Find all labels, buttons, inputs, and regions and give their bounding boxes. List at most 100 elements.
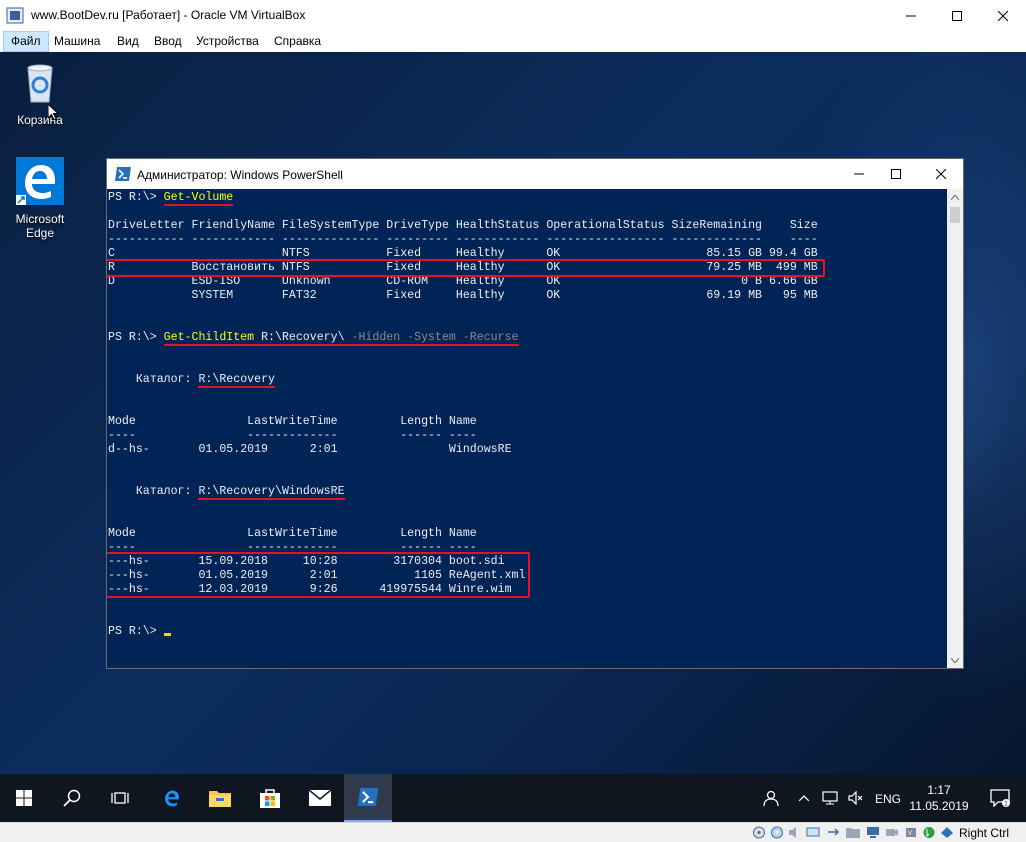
taskbar-store-button[interactable] [246,774,294,822]
scroll-thumb[interactable] [950,207,960,223]
start-button[interactable] [0,774,48,822]
maximize-button[interactable] [934,0,980,31]
optical-drive-icon[interactable] [770,826,784,839]
taskbar-powershell-button[interactable] [344,774,392,822]
command-parameters: -Hidden -System -Recurse [351,331,519,344]
directory-label: Каталог: [108,373,199,386]
task-view-icon [111,792,129,804]
file-explorer-icon [209,791,231,807]
display-icon[interactable] [866,826,880,839]
start-icon [16,790,32,806]
volume-table-separator: ----------- ------------ -------------- … [108,233,818,246]
directory-heading: Каталог: R:\Recovery [108,373,275,388]
vbox-menubar: Файл Машина Вид Ввод Устройства Справка [0,31,1026,52]
close-button[interactable] [980,0,1026,31]
keyboard-capture-icon[interactable] [940,826,954,839]
vbox-titlebar: www.BootDev.ru [Работает] - Oracle VM Vi… [0,0,1026,31]
scroll-up-button[interactable] [947,189,963,205]
recycle-bin-icon [27,64,53,103]
prompt: PS R:\> [108,191,164,204]
taskbar-mail-button[interactable] [296,774,344,822]
notifications-icon: 2 [990,789,1010,807]
action-center-button[interactable]: 2 [978,774,1022,822]
command-get-volume: Get-Volume [163,191,234,206]
people-icon [763,790,779,807]
powershell-titlebar: Администратор: Windows PowerShell [107,159,963,189]
language-indicator[interactable]: ENG [875,792,901,806]
network-adapter-icon[interactable] [806,826,820,839]
virtualization-icon[interactable]: V [904,826,918,839]
prompt: PS R:\> [108,331,164,344]
powershell-window: Администратор: Windows PowerShell PS R:\… [106,158,964,669]
ps-maximize-button[interactable] [873,159,918,189]
mouse-cursor-icon [48,104,60,121]
clock-date: 11.05.2019 [909,799,969,813]
video-capture-icon[interactable] [885,826,899,839]
recycle-bin-label: Корзина [17,113,63,127]
mouse-integration-icon[interactable] [922,826,936,839]
show-hidden-icons-button[interactable] [792,774,816,822]
mail-icon [309,790,331,806]
network-button[interactable] [818,774,842,822]
minimize-icon [906,15,916,16]
chevron-down-icon [951,657,959,663]
people-button[interactable] [752,774,792,822]
close-icon [998,10,1008,21]
dir-table-header: Mode LastWriteTime Length Name [108,415,477,428]
audio-icon[interactable] [788,826,802,839]
prompt-line[interactable]: PS R:\> [108,625,171,639]
search-button[interactable] [48,774,96,822]
clock-time: 1:17 [927,783,951,797]
minimize-icon [853,173,864,175]
taskbar: ENG 1:17 11.05.2019 2 [0,774,1026,822]
command-get-childitem-group: Get-ChildItem R:\Recovery\ -Hidden -Syst… [163,331,519,346]
host-key-label: Right Ctrl [959,826,1010,840]
powershell-title: Администратор: Windows PowerShell [137,168,343,182]
svg-text:V: V [908,831,912,837]
shared-folders-icon[interactable] [846,826,860,839]
virtualbox-app-icon [6,7,24,24]
task-view-button[interactable] [96,774,144,822]
command-argument: R:\Recovery\ [254,331,352,344]
minimize-button[interactable] [888,0,934,31]
prompt-line: PS R:\> Get-Volume [108,191,234,206]
dir-row: d--hs- 01.05.2019 2:01 WindowsRE [108,443,512,456]
directory-path: R:\Recovery [198,373,275,388]
maximize-icon [952,10,962,21]
powershell-icon [357,788,379,806]
scroll-down-button[interactable] [947,652,963,668]
window-title: www.BootDev.ru [Работает] - Oracle VM Vi… [31,8,306,22]
text-cursor [163,633,171,636]
prompt: PS R:\> [108,625,164,638]
edge-icon [16,157,64,205]
volume-button[interactable] [844,774,868,822]
volume-table-header: DriveLetter FriendlyName FileSystemType … [108,219,818,232]
ps-close-button[interactable] [918,159,963,189]
usb-icon[interactable] [826,826,840,839]
hard-disk-icon[interactable] [752,826,766,839]
menu-view[interactable]: Вид [110,31,146,52]
vbox-statusbar: V Right Ctrl [0,822,1026,842]
volume-row-d: D ESD-ISO Unknown CD-ROM Healthy OK 0 B … [108,275,818,288]
menu-help[interactable]: Справка [267,31,328,52]
menu-input[interactable]: Ввод [147,31,189,52]
menu-file[interactable]: Файл [3,31,49,52]
search-icon [63,789,81,807]
volume-row-r-highlight [107,259,825,277]
prompt-line: Get-ChildItem R:\Recovery\ -Hidden -Syst… [108,331,519,346]
console-output[interactable]: PS R:\> Get-Volume DriveLetter FriendlyN… [107,189,947,668]
edge-shortcut[interactable]: Microsoft Edge [2,157,78,240]
menu-machine[interactable]: Машина [47,31,107,52]
clock[interactable]: 1:17 11.05.2019 [908,782,970,814]
chevron-up-icon [799,795,809,801]
recycle-bin-shortcut[interactable]: Корзина [2,58,78,127]
console-scrollbar[interactable] [947,189,963,668]
speaker-muted-icon [848,791,863,805]
edge-icon [165,790,179,807]
maximize-icon [890,169,901,179]
menu-devices[interactable]: Устройства [189,31,266,52]
dir-table-separator: ---- ------------- ------ ---- [108,429,477,442]
directory-label: Каталог: [108,485,199,498]
taskbar-explorer-button[interactable] [196,774,244,822]
taskbar-edge-button[interactable] [148,774,196,822]
